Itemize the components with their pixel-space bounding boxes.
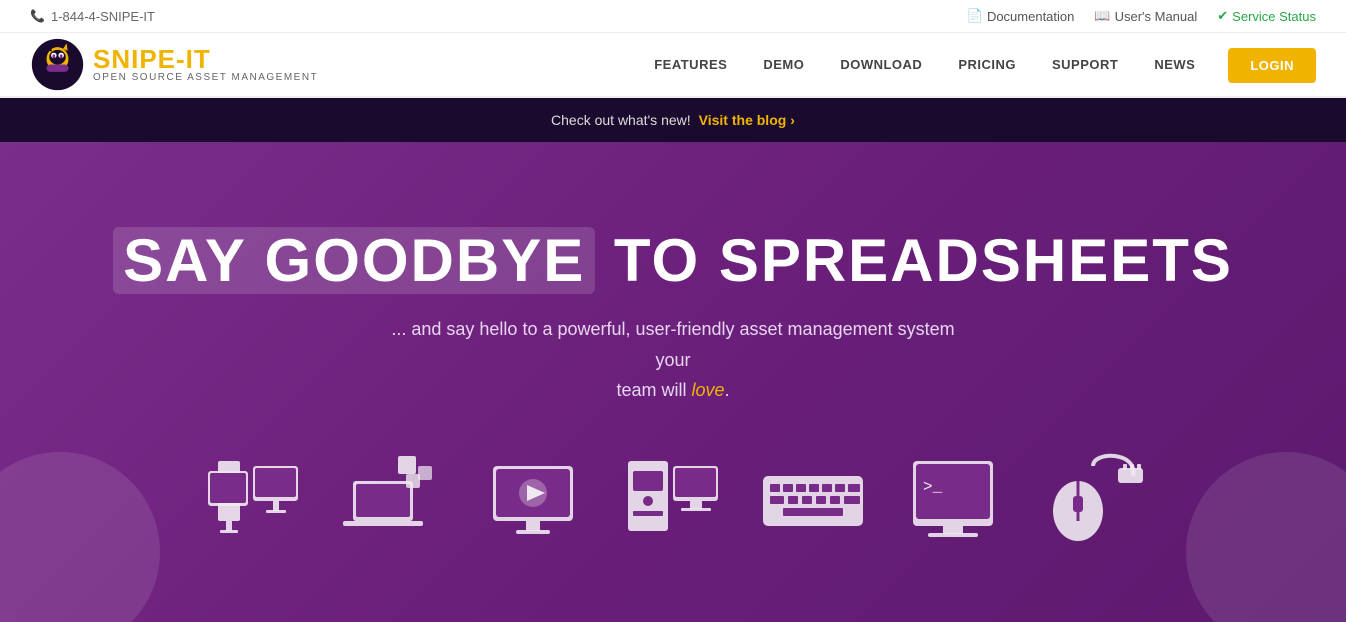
- documentation-link[interactable]: 📄 Documentation: [967, 8, 1075, 24]
- service-status-link[interactable]: ✔ Service Status: [1217, 8, 1316, 24]
- hero-subtitle: ... and say hello to a powerful, user-fr…: [373, 314, 973, 406]
- monitor-play-icon: [478, 446, 588, 556]
- doc-icon: 📄: [967, 8, 983, 24]
- hero-title-highlight: SAY GOODBYE: [113, 227, 595, 294]
- nav-download[interactable]: DOWNLOAD: [822, 33, 940, 98]
- nav-demo[interactable]: DEMO: [745, 33, 822, 98]
- nav-bar: SNIPE-IT OPEN SOURCE ASSET MANAGEMENT FE…: [0, 33, 1346, 98]
- nav-features[interactable]: FEATURES: [636, 33, 745, 98]
- nav-support[interactable]: SUPPORT: [1034, 33, 1136, 98]
- logo[interactable]: SNIPE-IT OPEN SOURCE ASSET MANAGEMENT: [30, 37, 318, 92]
- top-bar-links: 📄 Documentation 📖 User's Manual ✔ Servic…: [967, 8, 1316, 24]
- hero-title-part2: TO SPREADSHEETS: [614, 227, 1233, 294]
- nav-news[interactable]: NEWS: [1136, 33, 1213, 98]
- phone-info: 📞 1-844-4-SNIPE-IT: [30, 9, 155, 24]
- decorative-circle-left: [0, 452, 160, 622]
- desktop-pc-icon: [198, 446, 308, 556]
- mouse-icon: [1038, 446, 1148, 556]
- logo-icon: [30, 37, 85, 92]
- logo-text: SNIPE-IT OPEN SOURCE ASSET MANAGEMENT: [93, 46, 318, 83]
- announcement-text: Check out what's new!: [551, 112, 691, 128]
- users-manual-link[interactable]: 📖 User's Manual: [1094, 8, 1197, 24]
- hero-title: SAY GOODBYE TO SPREADSHEETS: [113, 228, 1233, 294]
- manual-icon: 📖: [1094, 8, 1110, 24]
- laptop-blocks-icon: [338, 446, 448, 556]
- nav-pricing[interactable]: PRICING: [940, 33, 1034, 98]
- nav-links: FEATURES DEMO DOWNLOAD PRICING SUPPORT N…: [636, 33, 1316, 96]
- terminal-icon: >_: [898, 446, 1008, 556]
- chevron-right-icon: ›: [790, 112, 795, 128]
- svg-text:>_: >_: [923, 478, 943, 496]
- logo-name: SNIPE-IT: [93, 46, 318, 72]
- tech-icons-row: >_: [178, 446, 1168, 556]
- logo-tagline: OPEN SOURCE ASSET MANAGEMENT: [93, 72, 318, 83]
- hero-section: SAY GOODBYE TO SPREADSHEETS ... and say …: [0, 142, 1346, 622]
- love-word: love: [691, 380, 724, 400]
- announcement-bar: Check out what's new! Visit the blog ›: [0, 98, 1346, 142]
- check-icon: ✔: [1217, 8, 1228, 24]
- phone-icon: 📞: [30, 9, 45, 23]
- login-button[interactable]: LOGIN: [1228, 48, 1316, 83]
- decorative-circle-right: [1186, 452, 1346, 622]
- phone-number: 1-844-4-SNIPE-IT: [51, 9, 155, 24]
- keyboard-icon: [758, 446, 868, 556]
- visit-blog-link[interactable]: Visit the blog ›: [699, 112, 795, 128]
- top-bar: 📞 1-844-4-SNIPE-IT 📄 Documentation 📖 Use…: [0, 0, 1346, 33]
- tower-pc-icon: [618, 446, 728, 556]
